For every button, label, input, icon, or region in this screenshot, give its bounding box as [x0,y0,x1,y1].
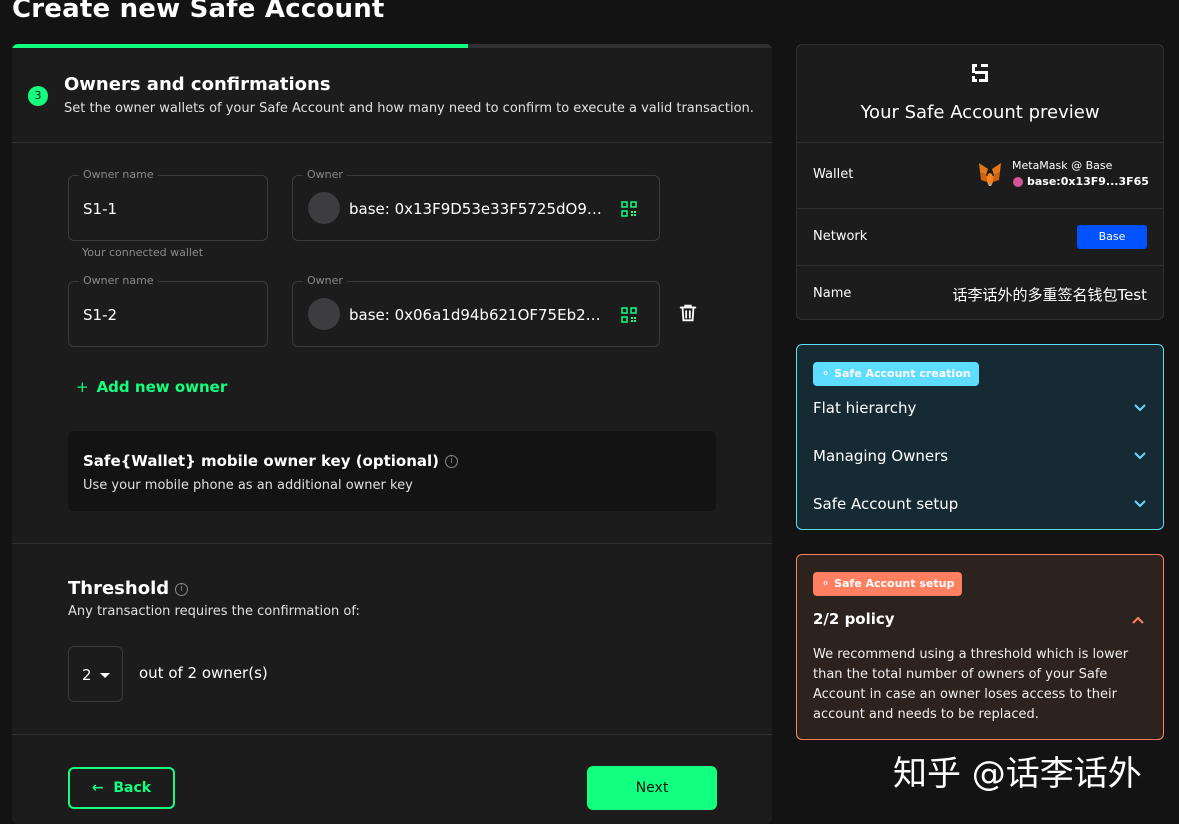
owner-address-label: Owner [303,274,347,287]
safe-creation-tips-card: ⚬ Safe Account creation Flat hierarchy M… [796,344,1164,530]
add-owner-label: Add new owner [96,378,228,396]
chevron-up-icon[interactable] [1131,613,1145,627]
threshold-title-text: Threshold [68,578,170,599]
network-badge: Base [1077,225,1147,249]
preview-title: Your Safe Account preview [860,102,1100,123]
info-icon[interactable]: i [175,582,189,596]
mobile-key-title: Safe{Wallet} mobile owner key (optional)… [83,452,459,470]
wallet-address-text: base:0x13F9...3F65 [1027,175,1149,188]
wallet-label: Wallet [813,167,854,182]
metamask-fox-icon [979,163,1001,186]
caret-down-icon [100,673,110,678]
owner-name-field-1[interactable]: Owner name S1-1 [68,168,268,241]
threshold-select[interactable]: 2 [68,646,123,702]
chevron-down-icon [1134,404,1146,412]
wallet-identicon [1013,177,1023,187]
owner-address-field-1[interactable]: Owner base: 0x13F9D53e33F5725dO96... [292,168,660,241]
mobile-owner-key-card[interactable]: Safe{Wallet} mobile owner key (optional)… [68,431,716,511]
mobile-key-description: Use your mobile phone as an additional o… [83,478,413,493]
tip-item-label: Managing Owners [813,447,949,465]
preview-row-network: Network Base [797,208,1163,265]
page-title: Create new Safe Account [12,0,385,24]
owner-address-value: base: 0x06a1d94b621OF75Eb241... [349,306,603,324]
safe-preview-card: Your Safe Account preview Wallet MetaMas… [796,44,1164,320]
wallet-name: MetaMask @ Base [1012,159,1113,172]
step-subtitle: Set the owner wallets of your Safe Accou… [64,101,754,116]
arrow-left-icon: ← [91,780,104,796]
threshold-description: Any transaction requires the confirmatio… [68,604,360,619]
owner-address-label: Owner [303,168,347,181]
owner-name-value: S1-1 [83,200,118,218]
qr-code-icon[interactable] [621,201,637,217]
policy-description: We recommend using a threshold which is … [813,647,1129,722]
preview-row-name: Name 话李话外的多重签名钱包Test [797,265,1163,321]
mobile-key-title-text: Safe{Wallet} mobile owner key (optional) [83,452,440,470]
tip-item-managing-owners[interactable]: Managing Owners [813,445,1149,469]
tip-item-label: Flat hierarchy [813,399,917,417]
lightbulb-icon: ⚬ [821,577,831,590]
divider [12,543,772,544]
back-button[interactable]: ← Back [68,767,175,809]
qr-code-icon[interactable] [621,307,637,323]
policy-title: 2/2 policy [813,610,895,628]
owner-address-field-2[interactable]: Owner base: 0x06a1d94b621OF75Eb241... [292,274,660,347]
chevron-down-icon [1134,452,1146,460]
threshold-suffix: out of 2 owner(s) [139,664,268,682]
threshold-title: Threshold i [68,578,189,599]
owner-address-value: base: 0x13F9D53e33F5725dO96... [349,200,603,218]
threshold-value: 2 [82,666,92,684]
add-owner-button[interactable]: + Add new owner [76,378,227,396]
chevron-down-icon [1134,500,1146,508]
info-icon[interactable]: i [445,455,459,468]
watermark: 知乎 @话李话外 [893,754,1142,794]
network-label: Network [813,229,868,244]
owners-step-card: 3 Owners and confirmations Set the owner… [12,44,772,824]
tip-item-safe-account-setup[interactable]: Safe Account setup [813,493,1149,517]
step-number-badge: 3 [28,86,48,106]
wallet-address: base:0x13F9...3F65 [1013,175,1149,188]
back-label: Back [113,780,152,796]
lightbulb-icon: ⚬ [821,367,831,380]
tip-item-flat-hierarchy[interactable]: Flat hierarchy [813,397,1149,421]
owner-name-field-2[interactable]: Owner name S1-2 [68,274,268,347]
owner-name-value: S1-2 [83,306,118,324]
avatar [308,298,340,330]
plus-icon: + [76,378,89,396]
divider [12,734,772,735]
step-title: Owners and confirmations [64,74,331,95]
safe-name-label: Name [813,286,852,301]
safe-logo-icon [972,64,988,82]
progress-bar [12,44,772,48]
progress-bar-fill [12,44,468,48]
owner-name-label: Owner name [79,274,158,287]
tip-badge: ⚬ Safe Account creation [813,362,979,386]
safe-setup-tip-card: ⚬ Safe Account setup 2/2 policy We recom… [796,554,1164,740]
avatar [308,192,340,224]
divider [12,142,772,143]
tip-item-label: Safe Account setup [813,495,959,513]
safe-name-value: 话李话外的多重签名钱包Test [952,286,1147,304]
trash-icon[interactable] [677,302,699,324]
tip-badge: ⚬ Safe Account setup [813,572,963,596]
connected-wallet-helper: Your connected wallet [82,246,204,259]
tip-badge-label: Safe Account setup [834,577,955,590]
next-button[interactable]: Next [587,766,717,810]
owner-name-label: Owner name [79,168,158,181]
tip-badge-label: Safe Account creation [834,367,971,380]
preview-row-wallet: Wallet MetaMask @ Base base:0x13F9...3F6… [797,142,1163,208]
